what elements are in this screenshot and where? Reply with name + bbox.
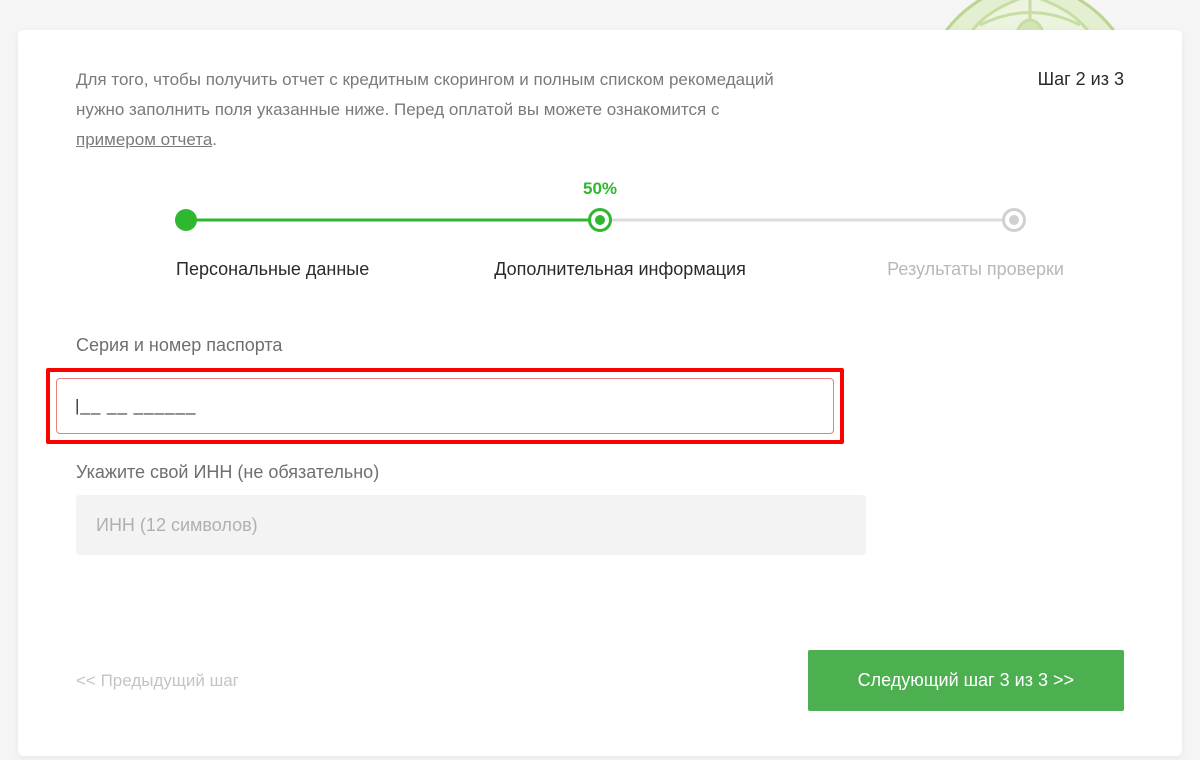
previous-step-button[interactable]: << Предыдущий шаг — [76, 663, 239, 699]
step-indicator: Шаг 2 из 3 — [1038, 65, 1124, 90]
progress-node-additional — [588, 208, 612, 232]
next-step-button[interactable]: Следующий шаг 3 из 3 >> — [808, 650, 1124, 711]
progress-label-results: Результаты проверки — [768, 259, 1064, 280]
inn-field-label: Укажите свой ИНН (не обязательно) — [76, 462, 1124, 483]
progress-track-remaining — [600, 219, 1014, 222]
progress-percent-label: 50% — [583, 179, 617, 199]
progress-bar: 50% Персональные данные Дополнительная и… — [76, 209, 1124, 280]
progress-label-personal: Персональные данные — [176, 259, 472, 280]
progress-track-complete — [186, 219, 600, 222]
intro-text-before: Для того, чтобы получить отчет с кредитн… — [76, 70, 774, 119]
intro-text-after: . — [212, 130, 217, 149]
intro-text: Для того, чтобы получить отчет с кредитн… — [76, 65, 796, 154]
progress-label-additional: Дополнительная информация — [472, 259, 768, 280]
progress-node-results — [1002, 208, 1026, 232]
passport-highlight-annotation — [46, 368, 844, 444]
progress-node-personal — [175, 209, 197, 231]
inn-input[interactable] — [76, 495, 866, 555]
form-card: Для того, чтобы получить отчет с кредитн… — [18, 30, 1182, 756]
example-report-link[interactable]: примером отчета — [76, 130, 212, 149]
passport-input[interactable] — [56, 378, 834, 434]
passport-field-label: Серия и номер паспорта — [76, 335, 1124, 356]
